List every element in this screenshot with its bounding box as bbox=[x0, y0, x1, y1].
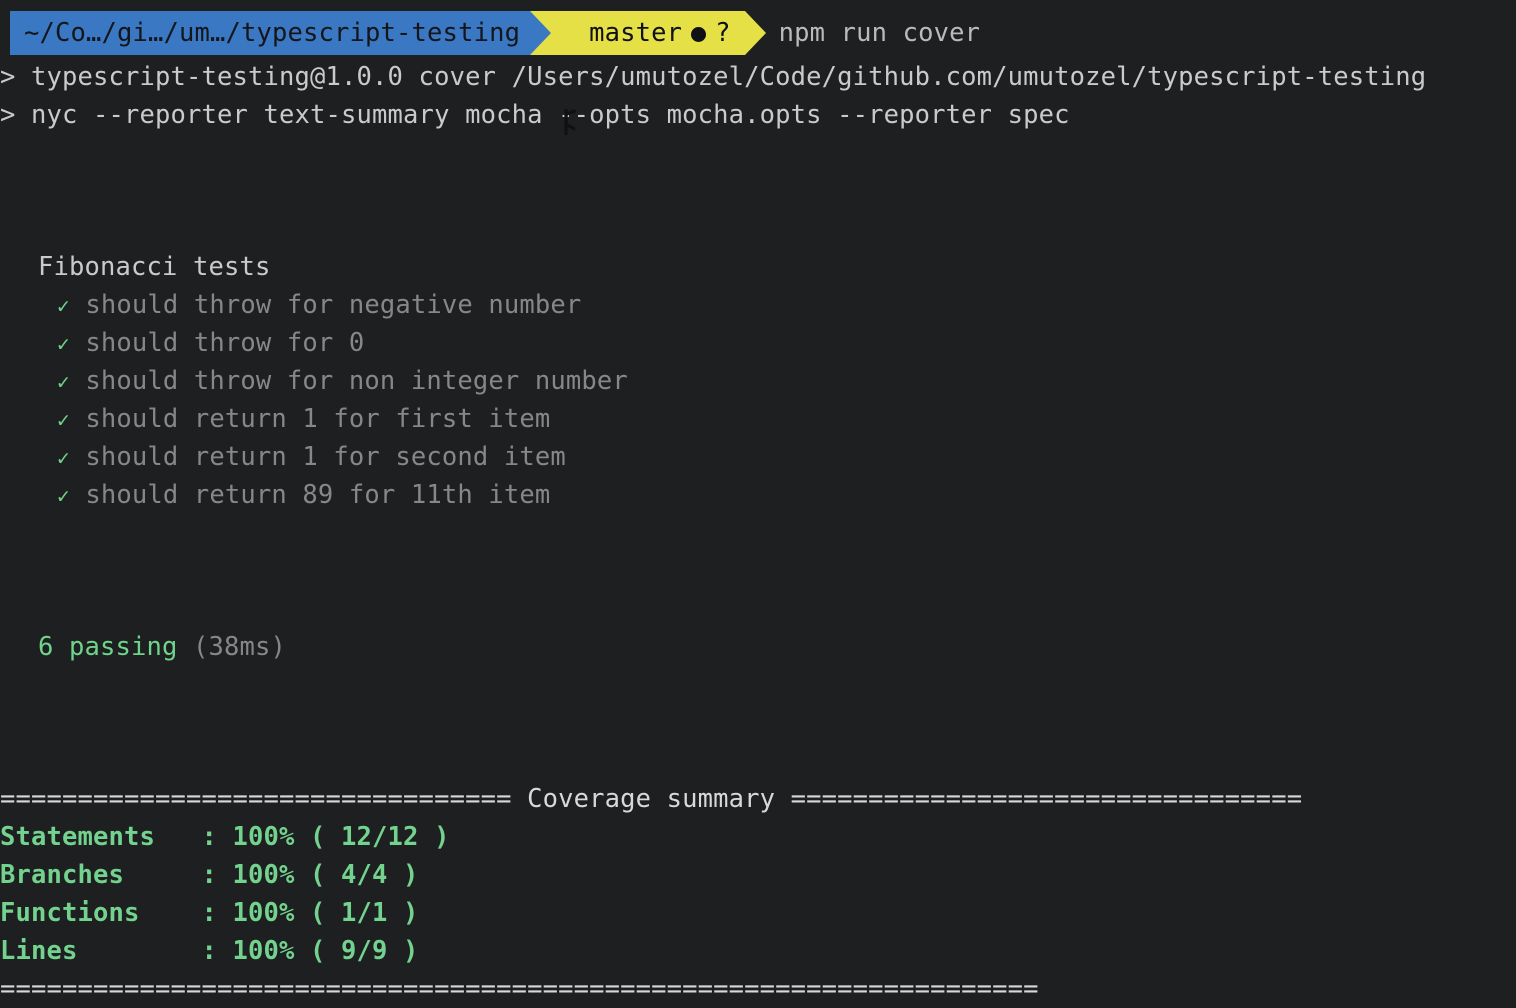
git-untracked-indicator: ? bbox=[715, 18, 731, 48]
test-pass-check-icon: ✓ bbox=[57, 370, 70, 394]
coverage-row-statements: Statements : 100% ( 12/12 ) bbox=[0, 822, 450, 852]
prompt-path-segment: ~/Co…/gi…/um…/typescript-testing bbox=[10, 11, 552, 55]
test-result-row: ✓ should throw for non integer number bbox=[0, 362, 1516, 400]
test-result-row: ✓ should throw for 0 bbox=[0, 324, 1516, 362]
shell-prompt-line: ~/Co…/gi…/um…/typescript-testing master … bbox=[0, 8, 1516, 135]
prompt-path-text: ~/Co…/gi…/um…/typescript-testing bbox=[24, 18, 521, 48]
coverage-row-branches: Branches : 100% ( 4/4 ) bbox=[0, 860, 419, 890]
test-name: should throw for non integer number bbox=[85, 366, 628, 396]
passing-count: 6 passing bbox=[38, 632, 178, 662]
test-result-row: ✓ should throw for negative number bbox=[0, 286, 1516, 324]
test-pass-check-icon: ✓ bbox=[57, 294, 70, 318]
coverage-footer-rule: ========================================… bbox=[0, 974, 1039, 1004]
test-pass-check-icon: ✓ bbox=[57, 484, 70, 508]
test-name: should return 1 for second item bbox=[85, 442, 566, 472]
coverage-row-lines: Lines : 100% ( 9/9 ) bbox=[0, 936, 419, 966]
npm-script-line-1: > typescript-testing@1.0.0 cover /Users/… bbox=[0, 62, 1427, 92]
test-name: should return 1 for first item bbox=[85, 404, 551, 434]
typed-command: npm run cover bbox=[778, 18, 981, 48]
test-result-row: ✓ should return 89 for 11th item bbox=[0, 476, 1516, 514]
terminal-window[interactable]: ~/Co…/gi…/um…/typescript-testing master … bbox=[0, 8, 1516, 1004]
coverage-header-line: ================================= Covera… bbox=[0, 784, 1303, 814]
test-pass-check-icon: ✓ bbox=[57, 332, 70, 356]
coverage-row-functions: Functions : 100% ( 1/1 ) bbox=[0, 898, 419, 928]
test-name: should return 89 for 11th item bbox=[85, 480, 551, 510]
test-pass-check-icon: ✓ bbox=[57, 446, 70, 470]
mocha-passing-summary: 6 passing (38ms) bbox=[0, 628, 1516, 666]
test-name: should throw for negative number bbox=[85, 290, 582, 320]
test-name: should throw for 0 bbox=[85, 328, 365, 358]
test-result-row: ✓ should return 1 for second item bbox=[0, 438, 1516, 476]
prompt-git-segment: master ? bbox=[530, 11, 766, 135]
test-result-row: ✓ should return 1 for first item bbox=[0, 400, 1516, 438]
git-dirty-dot-icon bbox=[691, 26, 707, 42]
npm-script-line-2: > nyc --reporter text-summary mocha --op… bbox=[0, 100, 1070, 130]
passing-duration: (38ms) bbox=[193, 632, 287, 662]
test-pass-check-icon: ✓ bbox=[57, 408, 70, 432]
git-branch-icon bbox=[560, 19, 580, 135]
git-branch-name: master bbox=[589, 18, 683, 48]
test-suite-title: Fibonacci tests bbox=[38, 252, 271, 282]
